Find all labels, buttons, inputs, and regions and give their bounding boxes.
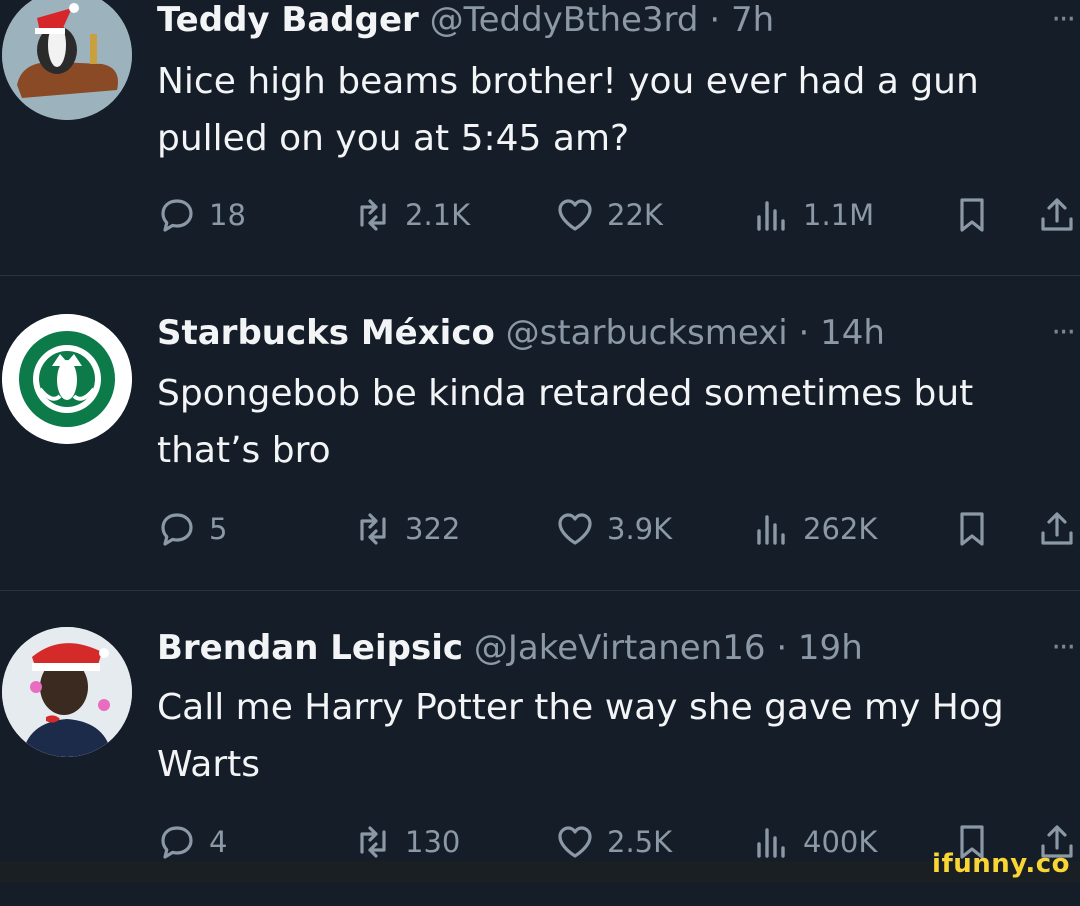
user-handle[interactable]: @TeddyBthe3rd [430,0,699,40]
timestamp[interactable]: · 7h [709,0,774,40]
footer-bar [0,861,1080,883]
reply-icon [161,199,193,232]
user-handle[interactable]: @JakeVirtanen16 [474,628,766,668]
reply-icon [161,826,193,859]
tweet-1[interactable]: Teddy Badger @TeddyBthe3rd · 7h ··· Nice… [0,0,1080,275]
profile-photo-icon [2,627,132,757]
share-icon [1041,198,1073,231]
tweet-text: Call me Harry Potter the way she gave my… [157,687,1004,785]
repost-button[interactable]: 2.1K [353,190,470,240]
heart-icon [558,199,592,231]
like-count: 22K [607,198,663,232]
reply-button[interactable]: 18 [157,190,246,240]
bookmark-icon [960,198,984,232]
bookmark-button[interactable] [952,190,1004,240]
reply-button[interactable]: 4 [157,817,227,867]
action-bar: 18 2.1K 22K 1.1M [157,190,1080,240]
avatar[interactable] [2,0,132,120]
views-button[interactable]: 262K [751,504,877,554]
like-button[interactable]: 22K [555,190,663,240]
user-handle[interactable]: @starbucksmexi [506,313,788,353]
view-count: 400K [803,825,878,859]
views-button[interactable]: 1.1M [751,190,874,240]
tweet-2[interactable]: Starbucks México @starbucksmexi · 14h ··… [0,275,1080,591]
repost-count: 322 [405,512,461,546]
avatar[interactable] [2,627,132,757]
repost-icon [360,826,386,858]
like-count: 2.5K [607,825,673,859]
display-name[interactable]: Starbucks México [157,313,495,353]
watermark: ifunny.co [932,849,1070,879]
display-name[interactable]: Brendan Leipsic [157,628,463,668]
repost-icon [360,199,386,231]
timestamp[interactable]: · 14h [799,313,885,353]
tweet-header: Teddy Badger @TeddyBthe3rd · 7h [157,0,774,40]
reply-count: 18 [209,198,246,232]
analytics-icon [757,828,785,858]
action-bar: 5 322 3.9K 262K [157,504,1080,554]
reply-button[interactable]: 5 [157,504,227,554]
reply-icon [161,513,193,546]
share-button[interactable] [1037,504,1080,554]
view-count: 1.1M [803,198,875,232]
repost-icon [360,513,386,545]
share-button[interactable] [1037,190,1080,240]
more-options-icon[interactable]: ··· [1051,315,1076,350]
share-icon [1041,512,1073,545]
like-button[interactable]: 3.9K [555,504,672,554]
more-options-icon[interactable]: ··· [1051,630,1076,665]
views-button[interactable]: 400K [751,817,877,867]
repost-count: 2.1K [405,198,471,232]
tweet-3[interactable]: Brendan Leipsic @JakeVirtanen16 · 19h ··… [0,590,1080,906]
repost-button[interactable]: 130 [353,817,460,867]
bookmark-icon [960,512,984,546]
bookmark-button[interactable] [952,504,1004,554]
repost-button[interactable]: 322 [353,504,460,554]
display-name[interactable]: Teddy Badger [157,0,419,40]
heart-icon [558,826,592,858]
avatar[interactable] [2,314,132,444]
tweet-text: Nice high beams brother! you ever had a … [157,61,979,159]
reply-count: 5 [209,512,228,546]
heart-icon [558,513,592,545]
analytics-icon [757,515,785,545]
tweet-header: Starbucks México @starbucksmexi · 14h [157,313,885,353]
timestamp[interactable]: · 19h [776,628,862,668]
analytics-icon [757,201,785,231]
view-count: 262K [803,512,878,546]
repost-count: 130 [405,825,461,859]
reply-count: 4 [209,825,228,859]
starbucks-logo-icon [2,314,132,444]
like-count: 3.9K [607,512,673,546]
badger-avatar-icon [2,0,132,120]
tweet-header: Brendan Leipsic @JakeVirtanen16 · 19h [157,628,863,668]
more-options-icon[interactable]: ··· [1051,2,1076,37]
like-button[interactable]: 2.5K [555,817,672,867]
tweet-text: Spongebob be kinda retarded sometimes bu… [157,373,974,471]
